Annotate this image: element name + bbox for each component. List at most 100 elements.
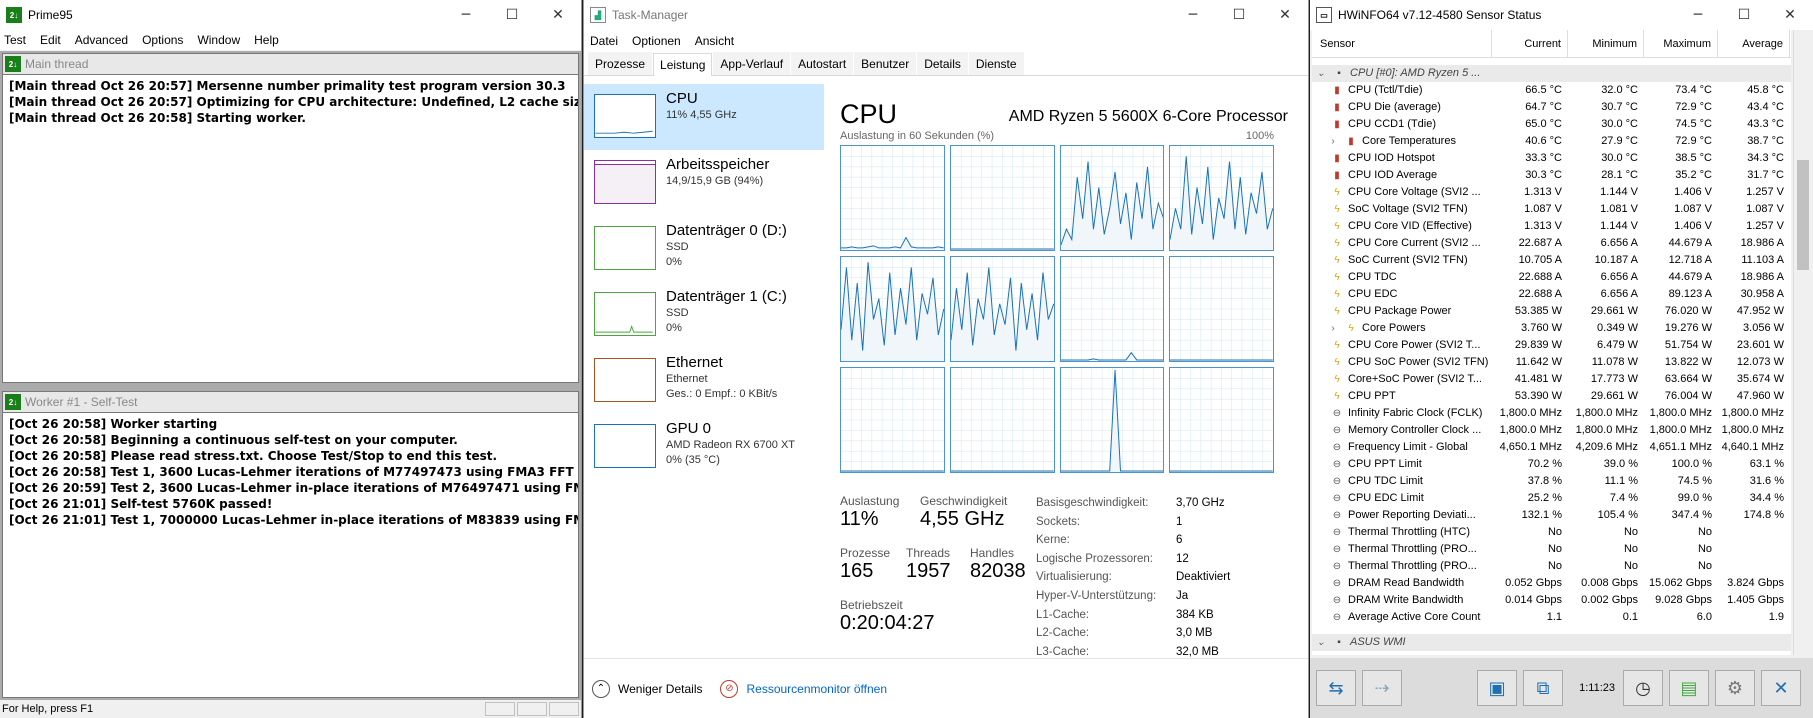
sensor-row[interactable]: ⊖ CPU EDC Limit 25.2 % 7.4 % 99.0 % 34.4 %: [1312, 490, 1791, 507]
menu-advanced[interactable]: Advanced: [75, 33, 128, 47]
sensor-row[interactable]: ▮ CPU IOD Average 30.3 °C 28.1 °C 35.2 °C 31.…: [1312, 167, 1791, 184]
tab-dienste[interactable]: Dienste: [968, 52, 1024, 75]
minimize-icon[interactable]: ─: [1675, 0, 1721, 30]
sensor-row[interactable]: ⊖ Memory Controller Clock ... 1,800.0 MHz 1…: [1312, 422, 1791, 439]
sensor-row[interactable]: ⊖ Thermal Throttling (PRO... No No No: [1312, 541, 1791, 558]
col-sensor[interactable]: Sensor: [1312, 30, 1492, 57]
worker-window[interactable]: 2↓ Worker #1 - Self-Test [Oct 26 20:58] …: [2, 391, 579, 698]
sensor-row[interactable]: ⊖ Infinity Fabric Clock (FCLK) 1,800.0 MHz…: [1312, 405, 1791, 422]
col-average[interactable]: Average: [1718, 30, 1790, 57]
sensor-group-row[interactable]: ⌄ ▪ CPU [#0]: AMD Ryzen 5 ...: [1312, 65, 1791, 82]
sensor-row[interactable]: ⊖ Frequency Limit - Global 4,650.1 MHz 4,20…: [1312, 439, 1791, 456]
navigate-right-icon[interactable]: ⇢: [1362, 670, 1402, 706]
chevron-right-icon[interactable]: ›: [1326, 133, 1340, 150]
chevron-down-icon[interactable]: ⌄: [1314, 65, 1328, 82]
scrollbar-thumb[interactable]: [1797, 160, 1809, 270]
col-current[interactable]: Current: [1492, 30, 1568, 57]
sensor-row[interactable]: ⊖ DRAM Read Bandwidth 0.052 Gbps 0.008 Gbps…: [1312, 575, 1791, 592]
navigate-both-icon[interactable]: ⇆: [1316, 670, 1356, 706]
sensor-row[interactable]: ⊖ CPU TDC Limit 37.8 % 11.1 % 74.5 % 31.6 %: [1312, 473, 1791, 490]
sensor-row[interactable]: ϟ CPU EDC 22.688 A 6.656 A 89.123 A 30.958 A: [1312, 286, 1791, 303]
worker-titlebar[interactable]: 2↓ Worker #1 - Self-Test: [3, 392, 578, 412]
resource-disk-0[interactable]: Datenträger 0 (D:) SSD 0%: [584, 216, 824, 282]
sensor-row[interactable]: ⊖ Average Active Core Count 1.1 0.1 6.0 1.9: [1312, 609, 1791, 626]
prime95-app-icon: 2↓: [6, 7, 22, 23]
menu-ansicht[interactable]: Ansicht: [695, 34, 734, 48]
sensor-row[interactable]: ⊖ Thermal Throttling (HTC) No No No: [1312, 524, 1791, 541]
minimize-icon[interactable]: ─: [443, 0, 489, 30]
sensor-row[interactable]: › ▮ Core Temperatures 40.6 °C 27.9 °C 72.9 °C…: [1312, 133, 1791, 150]
tab-leistung[interactable]: Leistung: [653, 53, 713, 76]
menu-help[interactable]: Help: [254, 33, 279, 47]
sensor-row[interactable]: › ϟ Core Powers 3.760 W 0.349 W 19.276 W 3.056…: [1312, 320, 1791, 337]
chevron-up-icon[interactable]: ⌃: [592, 679, 610, 698]
menu-window[interactable]: Window: [197, 33, 240, 47]
sensor-row[interactable]: ▮ CPU IOD Hotspot 33.3 °C 30.0 °C 38.5 °C 34.…: [1312, 150, 1791, 167]
fewer-details-link[interactable]: Weniger Details: [618, 682, 702, 696]
minimize-icon[interactable]: ─: [1170, 0, 1216, 30]
sensor-maximum: 12.718 A: [1668, 254, 1712, 266]
sensor-maximum: 13.822 W: [1664, 356, 1712, 368]
close-icon[interactable]: ✕: [1262, 0, 1308, 30]
lightning-icon: ϟ: [1334, 289, 1340, 300]
taskmanager-titlebar[interactable]: ▟ Task-Manager ─ ☐ ✕: [584, 0, 1308, 30]
menu-test[interactable]: Test: [4, 33, 26, 47]
close-x-icon[interactable]: ✕: [1761, 670, 1801, 706]
clock-icon[interactable]: ◷: [1623, 670, 1663, 706]
main-thread-titlebar[interactable]: 2↓ Main thread: [3, 54, 578, 74]
sensor-row[interactable]: ϟ CPU Core Current (SVI2 ... 22.687 A 6.656…: [1312, 235, 1791, 252]
sensor-row[interactable]: ▮ CPU (Tctl/Tdie) 66.5 °C 32.0 °C 73.4 °C 45.…: [1312, 82, 1791, 99]
sensor-row[interactable]: ϟ CPU PPT 53.390 W 29.661 W 76.004 W 47.960 W: [1312, 388, 1791, 405]
resource-monitor-link[interactable]: Ressourcenmonitor öffnen: [746, 682, 887, 696]
chevron-down-icon[interactable]: ⌄: [1314, 634, 1328, 651]
log-file-icon[interactable]: ▤: [1669, 670, 1709, 706]
sensor-row[interactable]: ▮ CPU CCD1 (Tdie) 65.0 °C 30.0 °C 74.5 °C 43.…: [1312, 116, 1791, 133]
sensor-row[interactable]: ⊖ Thermal Throttling (PRO... No No No: [1312, 558, 1791, 575]
sensor-current: 22.687 A: [1518, 237, 1562, 249]
sensor-group-row[interactable]: ⌄ ▪ ASUS WMI: [1312, 634, 1791, 651]
tab-prozesse[interactable]: Prozesse: [588, 52, 653, 75]
menu-datei[interactable]: Datei: [590, 34, 618, 48]
prime95-titlebar[interactable]: 2↓ Prime95 ─ ☐ ✕: [0, 0, 581, 30]
main-thread-window[interactable]: 2↓ Main thread [Main thread Oct 26 20:57…: [2, 53, 579, 383]
sensor-row[interactable]: ⊖ Power Reporting Deviati... 132.1 % 105.4 …: [1312, 507, 1791, 524]
resource-gpu[interactable]: GPU 0 AMD Radeon RX 6700 XT 0% (35 °C): [584, 414, 824, 480]
resource-memory[interactable]: Arbeitsspeicher 14,9/15,9 GB (94%): [584, 150, 824, 216]
maximize-icon[interactable]: ☐: [1216, 0, 1262, 30]
network-icon[interactable]: ⧉: [1523, 670, 1564, 706]
resource-ethernet[interactable]: Ethernet Ethernet Ges.: 0 Empf.: 0 KBit/s: [584, 348, 824, 414]
maximize-icon[interactable]: ☐: [489, 0, 535, 30]
report-icon[interactable]: ▣: [1477, 670, 1518, 706]
sensor-row[interactable]: ϟ CPU Core Power (SVI2 T... 29.839 W 6.479 …: [1312, 337, 1791, 354]
sensor-row[interactable]: ϟ CPU Core VID (Effective) 1.313 V 1.144 V 1…: [1312, 218, 1791, 235]
col-minimum[interactable]: Minimum: [1568, 30, 1644, 57]
settings-gear-icon[interactable]: ⚙: [1715, 670, 1755, 706]
sensor-row[interactable]: ▮ CPU Die (average) 64.7 °C 30.7 °C 72.9 °C 4…: [1312, 99, 1791, 116]
sensor-row[interactable]: ϟ CPU TDC 22.688 A 6.656 A 44.679 A 18.986 A: [1312, 269, 1791, 286]
sensor-row[interactable]: ⊖ CPU PPT Limit 70.2 % 39.0 % 100.0 % 63.1 %: [1312, 456, 1791, 473]
menu-edit[interactable]: Edit: [40, 33, 61, 47]
col-maximum[interactable]: Maximum: [1644, 30, 1718, 57]
menu-options[interactable]: Options: [142, 33, 183, 47]
sensor-row[interactable]: ϟ Core+SoC Power (SVI2 T... 41.481 W 17.773…: [1312, 371, 1791, 388]
menu-optionen[interactable]: Optionen: [632, 34, 681, 48]
tab-app-verlauf[interactable]: App-Verlauf: [713, 52, 791, 75]
tab-autostart[interactable]: Autostart: [791, 52, 854, 75]
close-icon[interactable]: ✕: [535, 0, 581, 30]
hwinfo-titlebar[interactable]: ▭ HWiNFO64 v7.12-4580 Sensor Status ─ ☐ …: [1310, 0, 1813, 30]
sensor-row[interactable]: ϟ CPU Core Voltage (SVI2 ... 1.313 V 1.144 …: [1312, 184, 1791, 201]
maximize-icon[interactable]: ☐: [1721, 0, 1767, 30]
resource-cpu[interactable]: CPU 11% 4,55 GHz: [584, 84, 824, 150]
chevron-right-icon[interactable]: ›: [1326, 320, 1340, 337]
sensor-row[interactable]: ϟ CPU Package Power 53.385 W 29.661 W 76.020…: [1312, 303, 1791, 320]
sensor-average: 12.073 W: [1736, 356, 1784, 368]
sensor-row[interactable]: ϟ SoC Current (SVI2 TFN) 10.705 A 10.187 A 1…: [1312, 252, 1791, 269]
close-icon[interactable]: ✕: [1767, 0, 1813, 30]
sensor-scrollbar[interactable]: [1793, 30, 1811, 655]
tab-benutzer[interactable]: Benutzer: [854, 52, 917, 75]
tab-details[interactable]: Details: [917, 52, 968, 75]
resource-disk-1[interactable]: Datenträger 1 (C:) SSD 0%: [584, 282, 824, 348]
sensor-row[interactable]: ϟ CPU SoC Power (SVI2 TFN) 11.642 W 11.078 …: [1312, 354, 1791, 371]
sensor-row[interactable]: ⊖ DRAM Write Bandwidth 0.014 Gbps 0.002 Gbp…: [1312, 592, 1791, 609]
sensor-row[interactable]: ϟ SoC Voltage (SVI2 TFN) 1.087 V 1.081 V 1.0…: [1312, 201, 1791, 218]
